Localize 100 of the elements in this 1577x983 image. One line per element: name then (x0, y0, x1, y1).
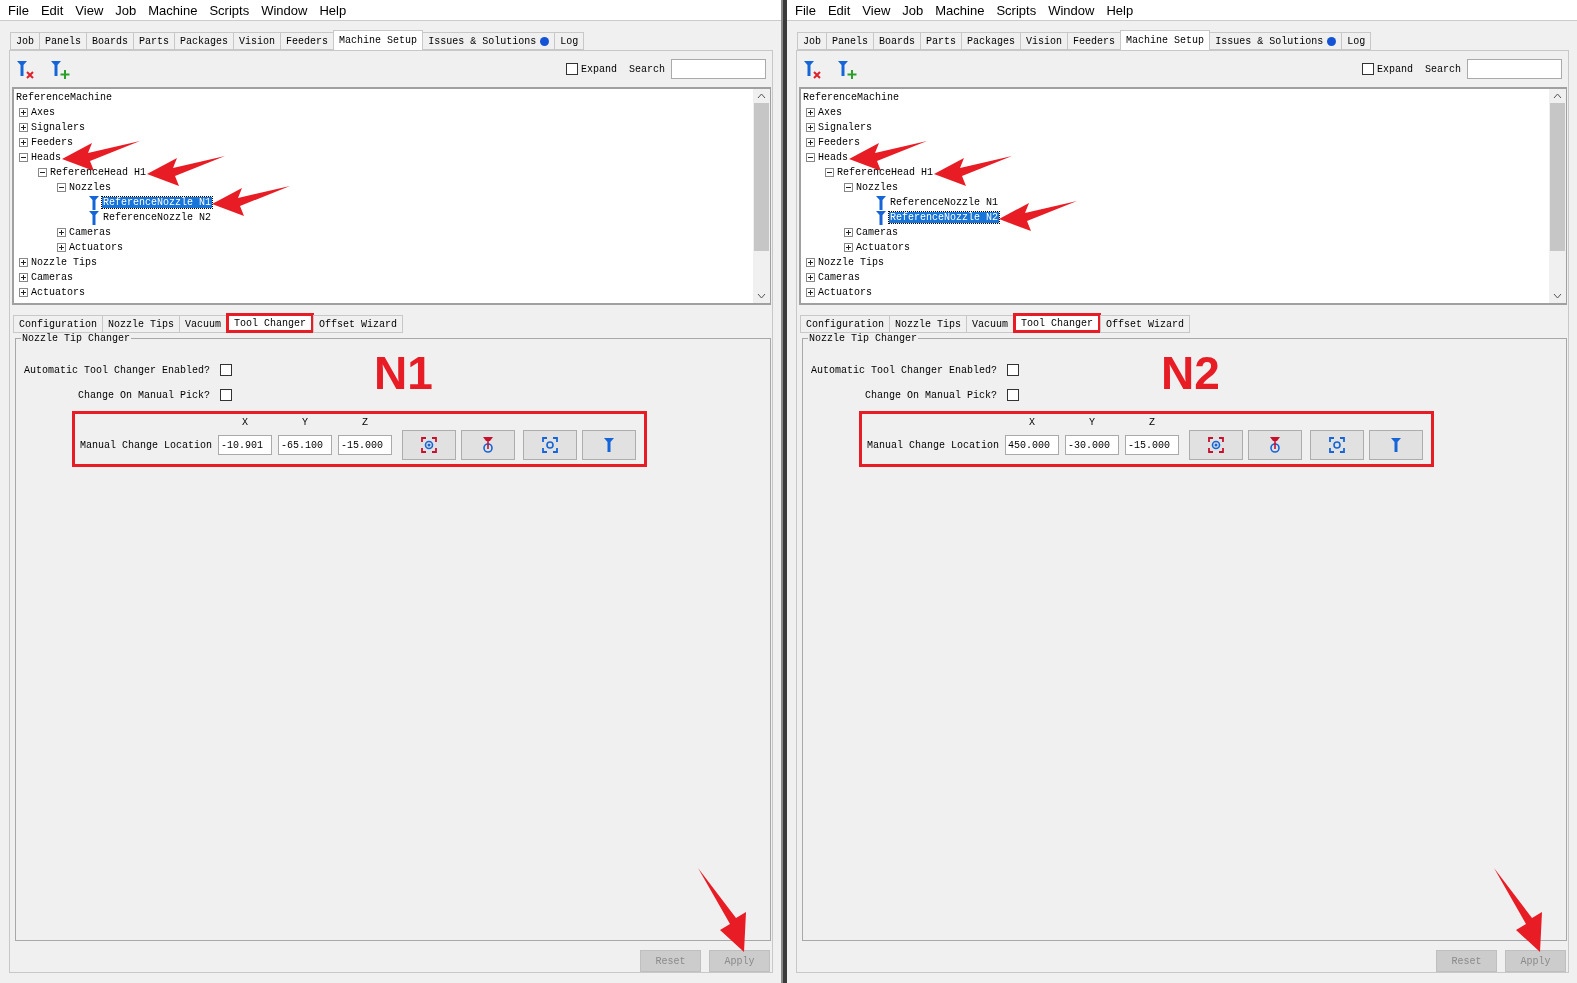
tab[interactable]: Configuration (800, 315, 890, 333)
tab[interactable]: Tool Changer (1013, 313, 1102, 333)
menu-item[interactable]: File (789, 2, 822, 18)
tab[interactable]: Configuration (13, 315, 103, 333)
tab[interactable]: Boards (873, 32, 922, 50)
tab[interactable]: Feeders (280, 32, 335, 50)
collapse-icon[interactable] (806, 153, 815, 162)
menu-item[interactable]: Help (1100, 2, 1140, 18)
tree-item[interactable]: Cameras (30, 272, 74, 283)
menu-item[interactable]: View (69, 2, 110, 18)
tab[interactable]: Issues & Solutions (1209, 32, 1343, 50)
tree-item[interactable]: ReferenceNozzle N2 (102, 212, 213, 223)
collapse-icon[interactable] (57, 183, 66, 192)
search-field[interactable] (1467, 59, 1562, 79)
tree-item[interactable]: Heads (30, 152, 62, 163)
tab[interactable]: Nozzle Tips (102, 315, 181, 333)
expand-icon[interactable] (19, 108, 28, 117)
tree-item[interactable]: ReferenceMachine (15, 92, 113, 103)
collapse-icon[interactable] (19, 153, 28, 162)
coordinate-field[interactable]: -10.901 (218, 435, 273, 455)
tab[interactable]: Log (554, 32, 585, 50)
add-nozzle-button[interactable] (49, 58, 71, 80)
tab[interactable]: Parts (920, 32, 963, 50)
nozzle-button[interactable] (582, 430, 637, 460)
tab[interactable]: Tool Changer (226, 313, 315, 333)
tab[interactable]: Panels (39, 32, 88, 50)
tree-item[interactable]: Cameras (855, 227, 899, 238)
search-field[interactable] (671, 59, 766, 79)
coordinate-field[interactable]: 450.000 (1005, 435, 1060, 455)
expand-icon[interactable] (19, 138, 28, 147)
tree-item[interactable]: ReferenceNozzle N2 (889, 212, 1000, 223)
tab[interactable]: Job (797, 32, 827, 50)
tree-item[interactable]: Axes (817, 107, 843, 118)
tree-item[interactable]: Cameras (68, 227, 112, 238)
menu-item[interactable]: Machine (929, 2, 991, 18)
tree-item[interactable]: Nozzles (68, 182, 112, 193)
tree-item[interactable]: ReferenceHead H1 (836, 167, 934, 178)
tree-item[interactable]: Signalers (817, 122, 873, 133)
menu-item[interactable]: Machine (142, 2, 204, 18)
coordinate-field[interactable]: -30.000 (1065, 435, 1120, 455)
expand-icon[interactable] (806, 123, 815, 132)
tab[interactable]: Machine Setup (1120, 30, 1211, 50)
scrollbar[interactable] (1549, 89, 1566, 303)
menu-item[interactable]: Job (896, 2, 930, 18)
tree-item[interactable]: Actuators (68, 242, 124, 253)
tab[interactable]: Packages (174, 32, 235, 50)
expand-icon[interactable] (19, 123, 28, 132)
expand-checkbox[interactable] (565, 63, 578, 75)
menu-item[interactable]: Help (313, 2, 353, 18)
tab[interactable]: Vacuum (179, 315, 228, 333)
tree-item[interactable]: Actuators (817, 287, 873, 298)
checkbox[interactable] (1007, 389, 1019, 401)
coordinate-field[interactable]: -15.000 (1125, 435, 1180, 455)
expand-icon[interactable] (19, 288, 28, 297)
tree-item[interactable]: Feeders (817, 137, 861, 148)
expand-icon[interactable] (57, 243, 66, 252)
tree-item[interactable]: Nozzle Tips (30, 257, 98, 268)
expand-icon[interactable] (806, 108, 815, 117)
menu-item[interactable]: Scripts (990, 2, 1043, 18)
tab[interactable]: Job (10, 32, 40, 50)
tab[interactable]: Vision (233, 32, 282, 50)
menu-item[interactable]: View (856, 2, 897, 18)
position-camera-button[interactable] (1310, 430, 1365, 460)
coordinate-field[interactable]: -15.000 (338, 435, 393, 455)
menu-item[interactable]: Window (1042, 2, 1101, 18)
add-nozzle-button[interactable] (836, 58, 858, 80)
position-nozzle-button[interactable] (461, 430, 516, 460)
tab[interactable]: Nozzle Tips (889, 315, 968, 333)
tab[interactable]: Panels (826, 32, 875, 50)
position-nozzle-button[interactable] (1248, 430, 1303, 460)
tab[interactable]: Vision (1020, 32, 1069, 50)
tree-item[interactable]: Actuators (855, 242, 911, 253)
checkbox[interactable] (220, 364, 232, 376)
tree-item[interactable]: Cameras (817, 272, 861, 283)
tab[interactable]: Parts (133, 32, 176, 50)
tree-item[interactable]: ReferenceNozzle N1 (889, 197, 1000, 208)
menu-item[interactable]: File (2, 2, 35, 18)
expand-icon[interactable] (844, 228, 853, 237)
tab[interactable]: Machine Setup (333, 30, 424, 50)
tab[interactable]: Boards (86, 32, 135, 50)
tab[interactable]: Packages (961, 32, 1022, 50)
expand-icon[interactable] (57, 228, 66, 237)
tab[interactable]: Feeders (1067, 32, 1122, 50)
checkbox[interactable] (1007, 364, 1019, 376)
expand-icon[interactable] (19, 258, 28, 267)
tree-item[interactable]: Heads (817, 152, 849, 163)
menu-item[interactable]: Job (109, 2, 143, 18)
collapse-icon[interactable] (38, 168, 47, 177)
menu-item[interactable]: Edit (34, 2, 70, 18)
tab[interactable]: Log (1341, 32, 1372, 50)
scrollbar[interactable] (753, 89, 770, 303)
expand-icon[interactable] (806, 273, 815, 282)
tab[interactable]: Offset Wizard (1100, 315, 1191, 333)
expand-checkbox[interactable] (1361, 63, 1374, 75)
remove-nozzle-button[interactable] (15, 58, 37, 80)
tree-item[interactable]: Nozzle Tips (817, 257, 885, 268)
nozzle-button[interactable] (1369, 430, 1424, 460)
tree-item[interactable]: ReferenceMachine (802, 92, 900, 103)
position-camera-button[interactable] (523, 430, 578, 460)
tree-item[interactable]: Feeders (30, 137, 74, 148)
